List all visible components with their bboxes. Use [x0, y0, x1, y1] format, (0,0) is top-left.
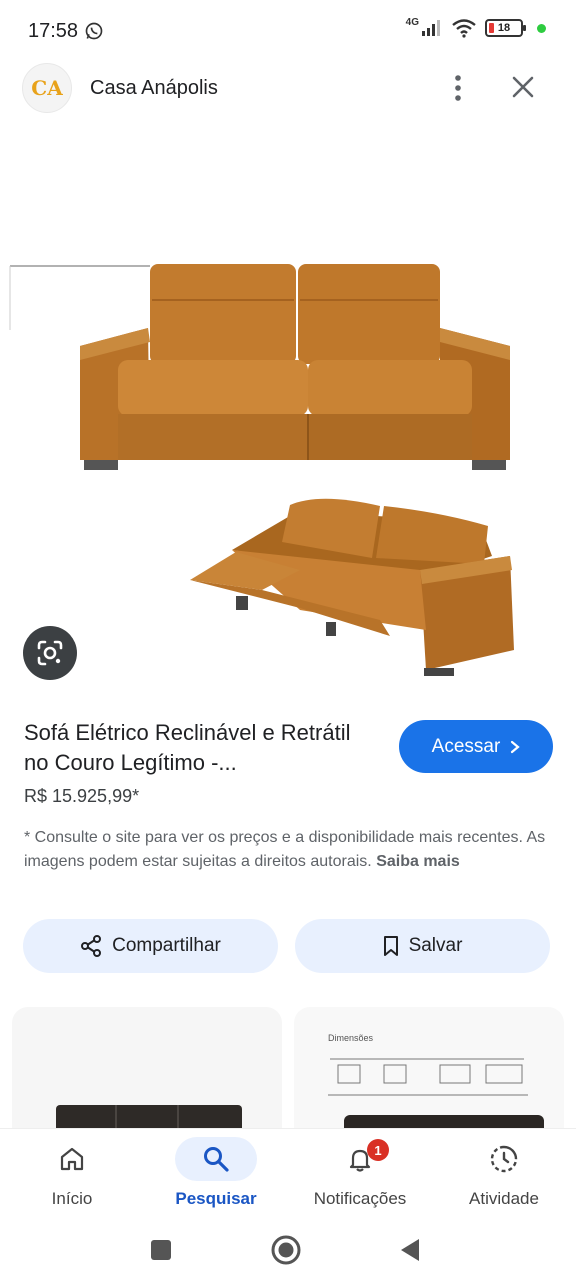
visit-site-label: Acessar: [431, 735, 501, 757]
visit-site-button[interactable]: Acessar: [399, 720, 553, 773]
activity-icon: [490, 1145, 518, 1173]
nav-notifications-label: Notificações: [313, 1189, 407, 1208]
disclaimer-text: * Consulte o site para ver os preços e a…: [24, 829, 546, 870]
nav-home-icon-wrap: [31, 1137, 113, 1181]
share-icon: [81, 935, 102, 957]
nav-activity-icon-wrap: [463, 1137, 545, 1181]
nav-activity-label: Atividade: [469, 1189, 539, 1208]
recent-apps-button[interactable]: [141, 1230, 181, 1270]
privacy-dot: [537, 23, 546, 33]
back-button[interactable]: [390, 1230, 430, 1270]
dimensions-heading: Dimensões: [328, 1033, 374, 1043]
page-header: CA Casa Anápolis: [0, 62, 576, 114]
product-price: R$ 15.925,99*: [24, 786, 140, 806]
notification-badge: 1: [367, 1139, 389, 1161]
more-options-button[interactable]: [444, 74, 472, 102]
nav-home-label: Início: [51, 1189, 93, 1208]
nav-notifications-icon-wrap: 1: [319, 1137, 401, 1181]
site-name: Casa Anápolis: [90, 76, 218, 99]
nav-activity[interactable]: Atividade: [432, 1129, 576, 1221]
site-logo-text: CA: [31, 76, 63, 100]
nav-search-label: Pesquisar: [175, 1189, 257, 1208]
bookmark-icon: [383, 936, 398, 956]
whatsapp-icon: [85, 22, 103, 40]
chevron-right-icon: [511, 740, 521, 753]
signal-icon: [422, 20, 440, 36]
learn-more-link[interactable]: Saiba mais: [376, 853, 460, 870]
nav-home[interactable]: Início: [0, 1129, 144, 1221]
battery-fill: [489, 23, 494, 33]
more-vert-icon: [455, 75, 461, 101]
network-type: 4G: [405, 16, 419, 28]
save-button[interactable]: Salvar: [295, 919, 550, 973]
site-logo: CA: [22, 63, 72, 113]
circle-home-icon: [271, 1235, 301, 1265]
home-button[interactable]: [266, 1230, 306, 1270]
nav-search-icon-wrap: [175, 1137, 257, 1181]
bottom-navigation: Início Pesquisar 1 Notificações Atividad…: [0, 1128, 576, 1220]
close-icon: [512, 76, 534, 98]
nav-notifications[interactable]: 1 Notificações: [288, 1129, 432, 1221]
product-title[interactable]: Sofá Elétrico Reclinável e Retrátil no C…: [24, 718, 374, 778]
nav-search[interactable]: Pesquisar: [144, 1129, 288, 1221]
lens-icon: [37, 640, 63, 666]
system-navigation-bar: [0, 1220, 576, 1280]
sofa-illustration: [9, 264, 514, 676]
copyright-disclaimer: * Consulte o site para ver os preços e a…: [24, 826, 556, 874]
battery-indicator: 18: [485, 19, 526, 37]
search-icon: [204, 1147, 229, 1172]
home-icon: [60, 1147, 84, 1171]
square-icon: [151, 1240, 171, 1260]
google-lens-button[interactable]: [23, 626, 77, 680]
product-image[interactable]: [0, 160, 576, 700]
share-button[interactable]: Compartilhar: [23, 919, 278, 973]
save-label: Salvar: [408, 935, 463, 956]
back-triangle-icon: [401, 1239, 419, 1261]
battery-level: 18: [497, 22, 511, 34]
share-label: Compartilhar: [112, 935, 221, 956]
status-time: 17:58: [28, 19, 79, 42]
status-bar: 17:58 4G 18: [0, 0, 576, 62]
close-button[interactable]: [508, 72, 538, 102]
wifi-icon: [452, 19, 476, 38]
